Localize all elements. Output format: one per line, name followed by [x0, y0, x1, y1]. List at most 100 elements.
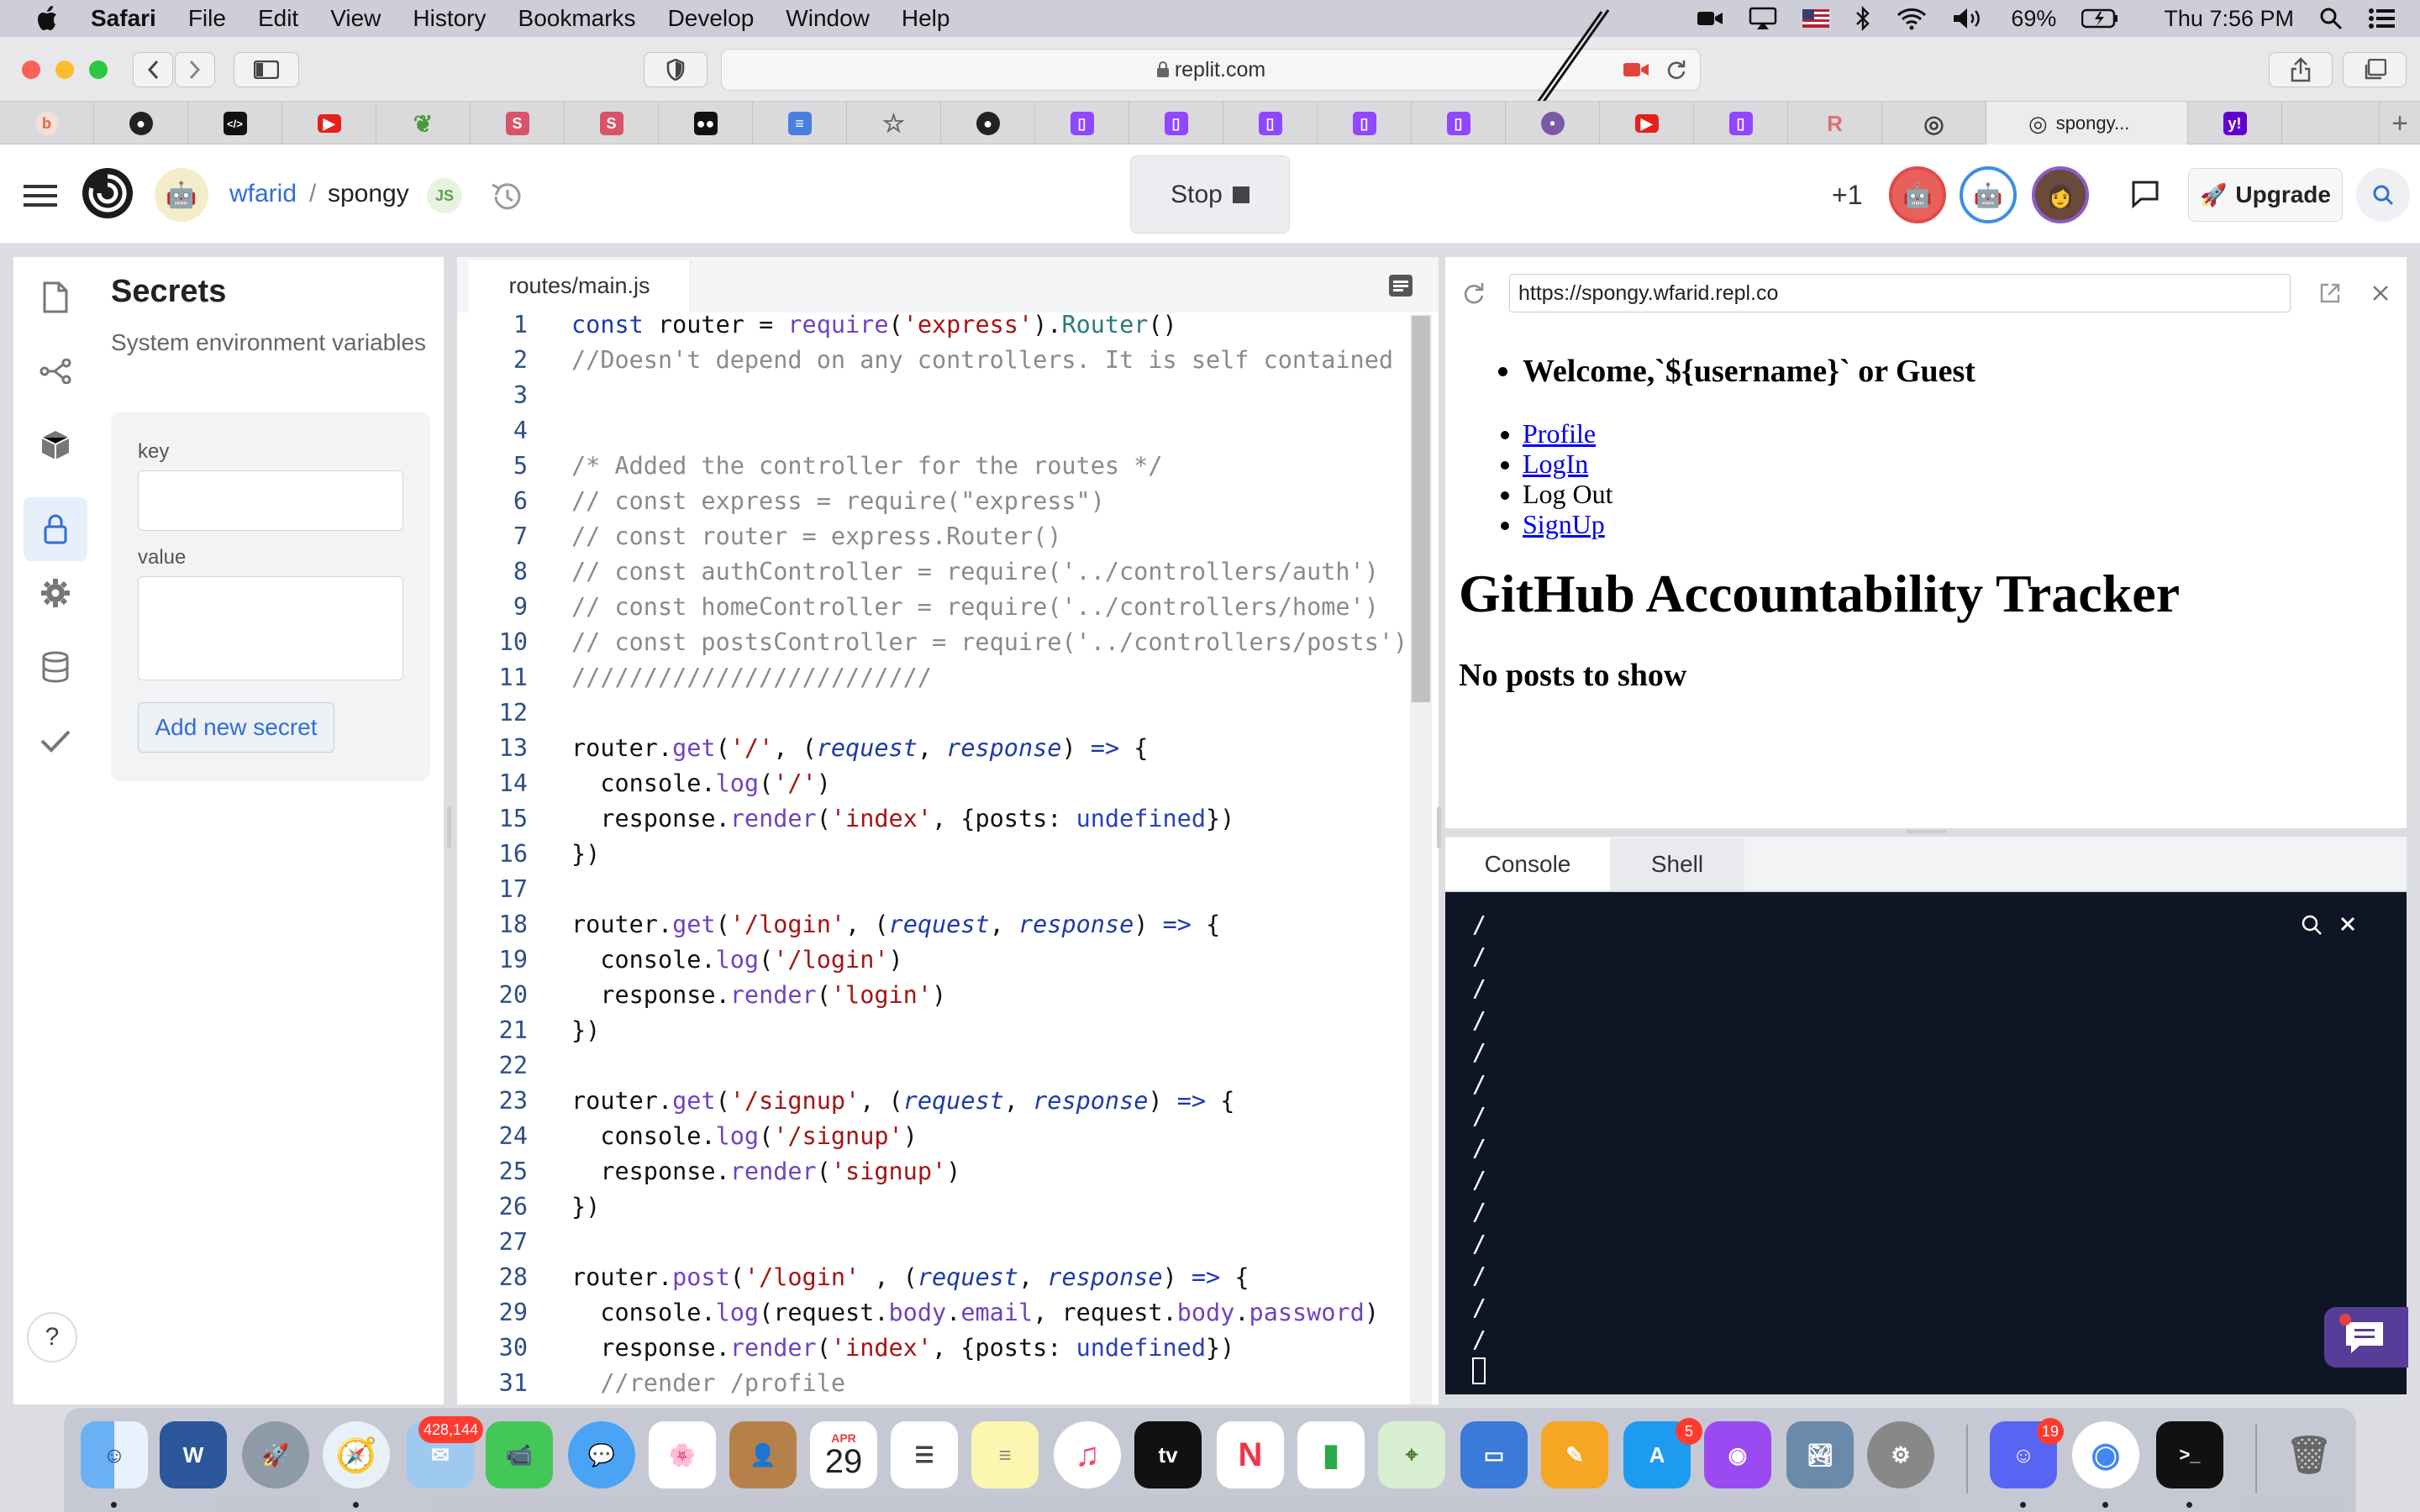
camera-recording-icon[interactable] — [1623, 60, 1649, 79]
pinned-tab[interactable]: ▶ — [282, 102, 376, 145]
pinned-tab[interactable]: ●● — [659, 102, 753, 145]
menu-window[interactable]: Window — [786, 5, 870, 32]
webview-url-input[interactable]: https://spongy.wfarid.repl.co — [1509, 274, 2291, 312]
pinned-tab[interactable]: ◎ — [1882, 102, 1986, 145]
packages-tool-button[interactable] — [37, 427, 74, 464]
photos-icon[interactable]: 🌸 — [649, 1421, 716, 1488]
editor-file-tab[interactable]: routes/main.js — [469, 260, 691, 312]
zoom-window-button[interactable] — [89, 60, 108, 79]
reminders-icon[interactable]: ☰ — [891, 1421, 958, 1488]
close-icon[interactable] — [2339, 916, 2356, 932]
word-icon[interactable]: W — [160, 1421, 227, 1488]
pinned-tab[interactable]: ● — [941, 102, 1035, 145]
pinned-tab[interactable]: ▯ — [1318, 102, 1412, 145]
pinned-tab[interactable]: b — [0, 102, 94, 145]
unit-tests-tool-button[interactable] — [37, 722, 74, 759]
panel-resize-handle[interactable] — [1906, 830, 1946, 833]
bluetooth-icon[interactable] — [1854, 6, 1871, 31]
notes-icon[interactable]: ≡ — [971, 1421, 1039, 1488]
editor-menu-icon[interactable] — [1388, 274, 1413, 297]
console-output[interactable]: / / / / / / / / / / / / / / — [1445, 892, 2407, 1394]
calendar-icon[interactable]: APR 29 — [810, 1421, 877, 1488]
reload-icon[interactable] — [1665, 59, 1686, 81]
pinned-tab[interactable]: </> — [188, 102, 282, 145]
privacy-report-button[interactable] — [644, 52, 708, 87]
battery-percent[interactable]: 69% — [2011, 6, 2056, 32]
pinned-tab[interactable] — [2282, 102, 2380, 145]
spotlight-search-icon[interactable] — [2319, 7, 2343, 30]
news-icon[interactable]: N — [1217, 1421, 1284, 1488]
control-center-icon[interactable] — [2368, 8, 2396, 29]
chat-bubble-icon[interactable] — [2131, 180, 2160, 208]
music-icon[interactable]: ♫ — [1054, 1421, 1121, 1488]
pinned-tab[interactable]: ▯ — [1223, 102, 1318, 145]
back-button[interactable] — [133, 52, 173, 87]
launchpad-icon[interactable]: 🚀 — [242, 1421, 309, 1488]
active-tab[interactable]: ◎ spongy... — [1986, 102, 2188, 145]
avatar[interactable]: 🤖 — [1889, 166, 1946, 223]
files-tool-button[interactable] — [37, 279, 74, 316]
multiplayer-count[interactable]: +1 — [1832, 180, 1862, 211]
pinned-tab[interactable]: ▯ — [1129, 102, 1223, 145]
safari-icon[interactable]: 🧭 — [323, 1421, 390, 1488]
history-icon[interactable] — [489, 178, 526, 215]
apple-tv-icon[interactable]: tv — [1134, 1421, 1202, 1488]
hamburger-menu-icon[interactable] — [24, 183, 57, 208]
menu-help[interactable]: Help — [902, 5, 950, 32]
clock[interactable]: Thu 7:56 PM — [2164, 6, 2294, 32]
menu-view[interactable]: View — [330, 5, 381, 32]
trash-icon[interactable]: 🗑 — [2275, 1421, 2343, 1488]
search-icon[interactable] — [2301, 914, 2323, 936]
menu-safari[interactable]: Safari — [91, 5, 156, 32]
repl-name[interactable]: spongy — [328, 180, 409, 208]
pinned-tab[interactable]: S — [471, 102, 565, 145]
facetime-icon[interactable]: 📹 — [486, 1421, 553, 1488]
upgrade-button[interactable]: 🚀 Upgrade — [2188, 168, 2343, 222]
pinned-tab[interactable]: S — [565, 102, 659, 145]
podcasts-icon[interactable]: ◉ — [1704, 1421, 1771, 1488]
menu-history[interactable]: History — [413, 5, 486, 32]
search-button[interactable] — [2356, 168, 2410, 222]
maps-icon[interactable]: ⌖ — [1378, 1421, 1445, 1488]
menu-edit[interactable]: Edit — [258, 5, 298, 32]
camera-status-icon[interactable] — [1697, 9, 1723, 28]
pinned-tab[interactable]: ☆ — [847, 102, 941, 145]
login-link[interactable]: LogIn — [1523, 449, 1588, 479]
menu-bookmarks[interactable]: Bookmarks — [518, 5, 636, 32]
pinned-tab[interactable]: ▯ — [1035, 102, 1129, 145]
tab-overview-button[interactable] — [2343, 52, 2407, 87]
keynote-icon[interactable]: ▭ — [1460, 1421, 1528, 1488]
avatar[interactable]: 🤖 — [1960, 166, 2017, 223]
database-tool-button[interactable] — [37, 648, 74, 685]
support-chat-button[interactable] — [2324, 1307, 2408, 1368]
menu-file[interactable]: File — [188, 5, 226, 32]
key-input[interactable] — [138, 470, 403, 531]
stop-button[interactable]: Stop — [1130, 155, 1290, 234]
contacts-icon[interactable]: 👤 — [729, 1421, 797, 1488]
pinned-tab[interactable]: ≡ — [753, 102, 847, 145]
repl-owner-link[interactable]: wfarid — [229, 180, 297, 208]
pinned-tab[interactable]: R — [1788, 102, 1882, 145]
close-window-button[interactable] — [22, 60, 40, 79]
tab-shell[interactable]: Shell — [1610, 838, 1744, 890]
share-button[interactable] — [2269, 52, 2333, 87]
panel-resize-handle[interactable] — [447, 806, 451, 848]
wifi-icon[interactable] — [1897, 7, 1927, 30]
battery-icon[interactable] — [2081, 8, 2118, 29]
airplay-icon[interactable] — [1749, 7, 1777, 30]
terminal-icon[interactable]: >_ — [2156, 1421, 2223, 1488]
editor-scrollbar-thumb[interactable] — [1412, 316, 1430, 702]
replit-logo-icon[interactable] — [81, 166, 134, 220]
pinned-tab[interactable]: y! — [2188, 102, 2282, 145]
messages-icon[interactable]: 💬 — [568, 1421, 635, 1488]
minimize-window-button[interactable] — [55, 60, 74, 79]
panel-resize-handle[interactable] — [1437, 806, 1441, 848]
pinned-tab[interactable]: • — [1506, 102, 1600, 145]
settings-tool-button[interactable] — [37, 575, 74, 612]
numbers-icon[interactable]: ▮ — [1297, 1421, 1365, 1488]
nodejs-language-icon[interactable]: JS — [427, 178, 462, 213]
tab-console[interactable]: Console — [1445, 838, 1610, 890]
chrome-icon[interactable]: ◉ — [2072, 1421, 2139, 1488]
menu-develop[interactable]: Develop — [668, 5, 755, 32]
pinned-tab[interactable]: ❦ — [376, 102, 471, 145]
